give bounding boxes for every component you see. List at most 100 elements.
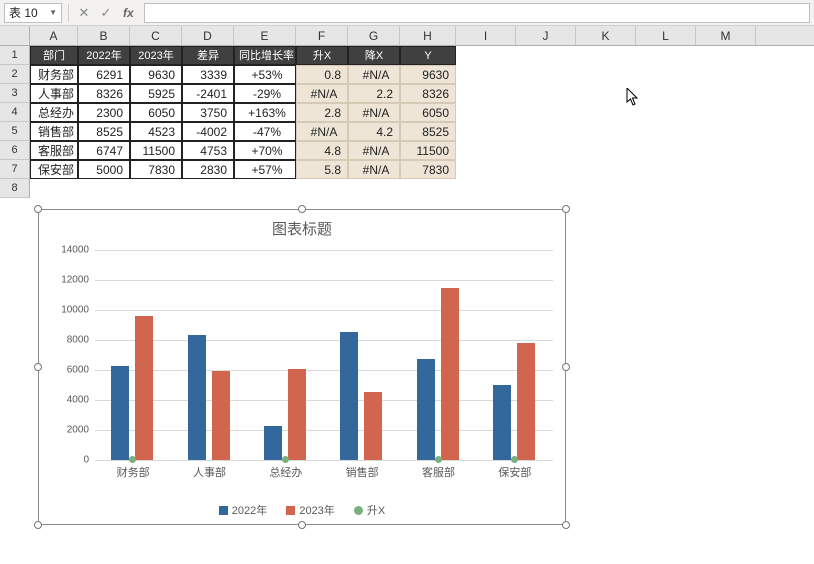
- chart-bar-2023[interactable]: [364, 392, 382, 460]
- col-header-I[interactable]: I: [456, 26, 516, 45]
- cell-H1[interactable]: Y: [400, 46, 456, 65]
- row-header[interactable]: 6: [0, 141, 30, 160]
- col-header-D[interactable]: D: [182, 26, 234, 45]
- formula-bar[interactable]: [144, 3, 810, 23]
- chart-marker-shx[interactable]: [435, 456, 442, 463]
- chart-marker-shx[interactable]: [511, 456, 518, 463]
- col-header-J[interactable]: J: [516, 26, 576, 45]
- resize-handle[interactable]: [562, 363, 570, 371]
- cell-F2[interactable]: 0.8: [296, 65, 348, 84]
- cell-G3[interactable]: 2.2: [348, 84, 400, 103]
- cell-A4[interactable]: 总经办: [30, 103, 78, 122]
- cell-D1[interactable]: 差异: [182, 46, 234, 65]
- legend-item-2023[interactable]: 2023年: [286, 502, 334, 518]
- row-header[interactable]: 4: [0, 103, 30, 122]
- resize-handle[interactable]: [34, 205, 42, 213]
- cell-G6[interactable]: #N/A: [348, 141, 400, 160]
- chart-bar-2022[interactable]: [264, 426, 282, 461]
- cell-E1[interactable]: 同比增长率: [234, 46, 296, 65]
- col-header-F[interactable]: F: [296, 26, 348, 45]
- chart-title[interactable]: 图表标题: [39, 218, 565, 239]
- cell-G4[interactable]: #N/A: [348, 103, 400, 122]
- col-header-K[interactable]: K: [576, 26, 636, 45]
- cell-E5[interactable]: -47%: [234, 122, 296, 141]
- cell-E4[interactable]: +163%: [234, 103, 296, 122]
- cell-H6[interactable]: 11500: [400, 141, 456, 160]
- cell-B4[interactable]: 2300: [78, 103, 130, 122]
- row-header[interactable]: 8: [0, 179, 30, 198]
- chart-bar-2023[interactable]: [135, 316, 153, 460]
- cell-B7[interactable]: 5000: [78, 160, 130, 179]
- cell-H3[interactable]: 8326: [400, 84, 456, 103]
- resize-handle[interactable]: [34, 521, 42, 529]
- cell-B6[interactable]: 6747: [78, 141, 130, 160]
- legend-item-shx[interactable]: 升X: [354, 502, 385, 518]
- cell-E6[interactable]: +70%: [234, 141, 296, 160]
- cell-C5[interactable]: 4523: [130, 122, 182, 141]
- col-header-M[interactable]: M: [696, 26, 756, 45]
- cell-A3[interactable]: 人事部: [30, 84, 78, 103]
- cell-D3[interactable]: -2401: [182, 84, 234, 103]
- chart-legend[interactable]: 2022年 2023年 升X: [39, 502, 565, 518]
- col-header-C[interactable]: C: [130, 26, 182, 45]
- resize-handle[interactable]: [562, 205, 570, 213]
- legend-item-2022[interactable]: 2022年: [219, 502, 267, 518]
- cell-G5[interactable]: 4.2: [348, 122, 400, 141]
- chart-plot-area[interactable]: 02000400060008000100001200014000财务部人事部总经…: [95, 250, 553, 460]
- fx-icon[interactable]: fx: [123, 6, 134, 20]
- cell-F5[interactable]: #N/A: [296, 122, 348, 141]
- cell-C4[interactable]: 6050: [130, 103, 182, 122]
- cell-D5[interactable]: -4002: [182, 122, 234, 141]
- cell-B2[interactable]: 6291: [78, 65, 130, 84]
- row-header[interactable]: 1: [0, 46, 30, 65]
- name-box[interactable]: 表 10 ▼: [4, 3, 62, 23]
- col-header-H[interactable]: H: [400, 26, 456, 45]
- resize-handle[interactable]: [34, 363, 42, 371]
- cell-H5[interactable]: 8525: [400, 122, 456, 141]
- cell-G1[interactable]: 降X: [348, 46, 400, 65]
- cell-C1[interactable]: 2023年: [130, 46, 182, 65]
- cell-F6[interactable]: 4.8: [296, 141, 348, 160]
- col-header-A[interactable]: A: [30, 26, 78, 45]
- cancel-icon[interactable]: ✕: [75, 4, 93, 22]
- name-box-dropdown-icon[interactable]: ▼: [49, 8, 57, 17]
- confirm-icon[interactable]: ✓: [97, 4, 115, 22]
- col-header-B[interactable]: B: [78, 26, 130, 45]
- chart-marker-shx[interactable]: [282, 456, 289, 463]
- chart-bar-2023[interactable]: [517, 343, 535, 460]
- cell-B1[interactable]: 2022年: [78, 46, 130, 65]
- col-header-G[interactable]: G: [348, 26, 400, 45]
- row-header[interactable]: 2: [0, 65, 30, 84]
- cell-H7[interactable]: 7830: [400, 160, 456, 179]
- col-header-L[interactable]: L: [636, 26, 696, 45]
- chart-bar-2022[interactable]: [111, 366, 129, 460]
- resize-handle[interactable]: [298, 521, 306, 529]
- cell-C7[interactable]: 7830: [130, 160, 182, 179]
- chart-bar-2022[interactable]: [493, 385, 511, 460]
- row-header[interactable]: 5: [0, 122, 30, 141]
- cell-A1[interactable]: 部门: [30, 46, 78, 65]
- cell-E7[interactable]: +57%: [234, 160, 296, 179]
- chart-bar-2023[interactable]: [441, 288, 459, 461]
- cell-G7[interactable]: #N/A: [348, 160, 400, 179]
- chart-marker-shx[interactable]: [129, 456, 136, 463]
- cell-A7[interactable]: 保安部: [30, 160, 78, 179]
- cell-F4[interactable]: 2.8: [296, 103, 348, 122]
- cell-H4[interactable]: 6050: [400, 103, 456, 122]
- chart-bar-2023[interactable]: [212, 371, 230, 460]
- cell-H2[interactable]: 9630: [400, 65, 456, 84]
- col-header-E[interactable]: E: [234, 26, 296, 45]
- cell-A2[interactable]: 财务部: [30, 65, 78, 84]
- chart-bar-2023[interactable]: [288, 369, 306, 460]
- chart-object[interactable]: 图表标题 02000400060008000100001200014000财务部…: [38, 209, 566, 525]
- chart-bar-2022[interactable]: [417, 359, 435, 460]
- resize-handle[interactable]: [298, 205, 306, 213]
- chart-bar-2022[interactable]: [188, 335, 206, 460]
- cell-E2[interactable]: +53%: [234, 65, 296, 84]
- cell-F1[interactable]: 升X: [296, 46, 348, 65]
- cell-B3[interactable]: 8326: [78, 84, 130, 103]
- cell-B5[interactable]: 8525: [78, 122, 130, 141]
- cell-F3[interactable]: #N/A: [296, 84, 348, 103]
- chart-bar-2022[interactable]: [340, 332, 358, 460]
- row-header[interactable]: 3: [0, 84, 30, 103]
